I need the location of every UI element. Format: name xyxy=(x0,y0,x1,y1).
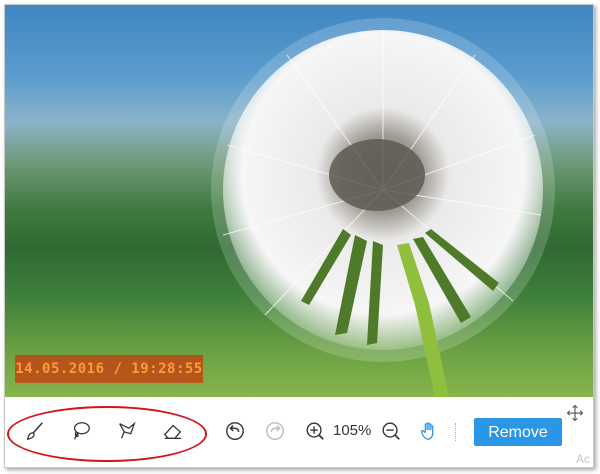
editor-window: 14.05.2016 / 19:28:55 105% Remove xyxy=(4,4,594,468)
zoom-out-button[interactable] xyxy=(377,417,405,445)
hand-icon xyxy=(420,422,434,440)
brush-tool-button[interactable] xyxy=(21,417,49,445)
zoom-out-icon xyxy=(382,422,400,440)
polygon-lasso-icon xyxy=(119,421,136,439)
zoom-in-button[interactable] xyxy=(301,417,329,445)
toolbar-separator xyxy=(455,423,457,441)
remove-button[interactable]: Remove xyxy=(474,418,562,446)
zoom-in-icon xyxy=(306,422,324,440)
dandelion-illustration xyxy=(211,18,555,397)
photo-canvas[interactable]: 14.05.2016 / 19:28:55 xyxy=(5,5,593,397)
zoom-level: 105% xyxy=(333,422,372,439)
watermark-text: Ac xyxy=(576,452,591,466)
eraser-icon xyxy=(163,424,182,439)
eraser-tool-button[interactable] xyxy=(159,417,187,445)
redo-icon xyxy=(266,422,284,440)
polygon-lasso-tool-button[interactable] xyxy=(113,417,141,445)
brush-icon xyxy=(26,422,43,441)
undo-icon xyxy=(226,422,244,440)
redo-button[interactable] xyxy=(261,417,289,445)
undo-button[interactable] xyxy=(221,417,249,445)
move-icon[interactable] xyxy=(566,404,584,422)
hand-tool-button[interactable] xyxy=(415,417,443,445)
toolbar: 105% Remove xyxy=(5,397,593,467)
lasso-icon xyxy=(73,422,90,440)
photo-timestamp: 14.05.2016 / 19:28:55 xyxy=(15,355,203,383)
lasso-tool-button[interactable] xyxy=(67,417,95,445)
